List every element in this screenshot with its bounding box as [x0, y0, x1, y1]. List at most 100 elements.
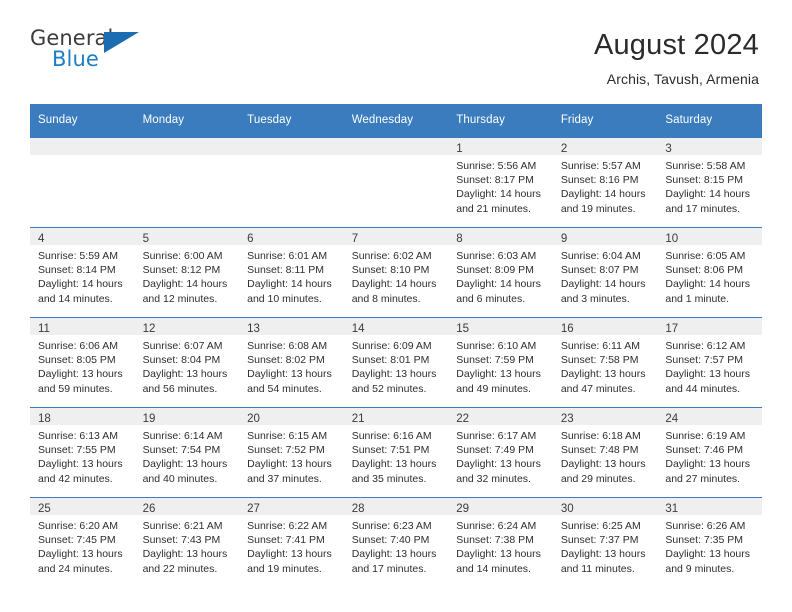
- calendar-day-cell[interactable]: 27 Sunrise: 6:22 AM Sunset: 7:41 PM Dayligh…: [239, 497, 344, 587]
- calendar-day-cell[interactable]: 16 Sunrise: 6:11 AM Sunset: 7:58 PM Dayligh…: [552, 317, 658, 408]
- calendar-day-cell[interactable]: 12 Sunrise: 6:07 AM Sunset: 8:04 PM Dayligh…: [134, 317, 240, 408]
- logo-text-general: General: [30, 26, 114, 50]
- calendar-day-cell[interactable]: 23 Sunrise: 6:18 AM Sunset: 7:48 PM Dayligh…: [552, 407, 658, 498]
- calendar-day-cell[interactable]: 11 Sunrise: 6:06 AM Sunset: 8:05 PM Dayligh…: [30, 317, 135, 408]
- day-detail-line: Sunset: 7:57 PM: [665, 354, 744, 367]
- calendar-day-cell[interactable]: 15 Sunrise: 6:10 AM Sunset: 7:59 PM Dayligh…: [448, 317, 553, 408]
- day-detail-line: Sunrise: 6:08 AM: [247, 340, 328, 352]
- day-detail-line: Sunset: 7:54 PM: [142, 444, 221, 457]
- calendar-day-cell[interactable]: 8 Sunrise: 6:03 AM Sunset: 8:09 PM Daylight…: [448, 227, 553, 318]
- calendar-week-row: 4 Sunrise: 5:59 AM Sunset: 8:14 PM Daylight…: [30, 227, 762, 318]
- calendar-day-cell[interactable]: 7 Sunrise: 6:02 AM Sunset: 8:10 PM Daylight…: [343, 227, 449, 318]
- day-cell-inner: 31 Sunrise: 6:26 AM Sunset: 7:35 PM Dayligh…: [657, 498, 762, 587]
- day-cell-inner: 13 Sunrise: 6:08 AM Sunset: 8:02 PM Dayligh…: [239, 318, 344, 407]
- weekday-header-saturday: Saturday: [657, 104, 762, 137]
- calendar-day-cell[interactable]: 25 Sunrise: 6:20 AM Sunset: 7:45 PM Dayligh…: [30, 497, 135, 587]
- day-detail-line: Daylight: 14 hours: [351, 278, 437, 291]
- calendar-day-cell[interactable]: 24 Sunrise: 6:19 AM Sunset: 7:46 PM Dayligh…: [657, 407, 762, 498]
- day-detail-line: and 42 minutes.: [38, 472, 113, 485]
- calendar-day-cell[interactable]: 4 Sunrise: 5:59 AM Sunset: 8:14 PM Daylight…: [30, 227, 135, 318]
- day-detail-line: and 44 minutes.: [665, 382, 741, 395]
- day-details: Sunrise: 6:01 AM Sunset: 8:11 PM Daylight:…: [239, 245, 344, 306]
- day-cell-inner: 12 Sunrise: 6:07 AM Sunset: 8:04 PM Dayligh…: [134, 318, 240, 407]
- calendar-day-cell[interactable]: 9 Sunrise: 6:04 AM Sunset: 8:07 PM Daylight…: [552, 227, 658, 318]
- calendar-day-cell[interactable]: 13 Sunrise: 6:08 AM Sunset: 8:02 PM Dayligh…: [239, 317, 344, 408]
- calendar-day-cell[interactable]: 28 Sunrise: 6:23 AM Sunset: 7:40 PM Dayligh…: [343, 497, 449, 587]
- day-number-bar: 30: [552, 498, 658, 515]
- calendar-day-cell[interactable]: 6 Sunrise: 6:01 AM Sunset: 8:11 PM Daylight…: [239, 227, 344, 318]
- day-detail-line: Sunrise: 6:09 AM: [351, 340, 432, 352]
- calendar-day-cell[interactable]: 31 Sunrise: 6:26 AM Sunset: 7:35 PM Dayligh…: [657, 497, 762, 587]
- day-detail-line: Sunset: 7:49 PM: [456, 444, 534, 457]
- calendar-page: General Blue August 2024 Archis, Tavush,…: [0, 0, 792, 612]
- day-detail-line: Sunset: 8:01 PM: [351, 354, 430, 367]
- calendar-day-cell[interactable]: 10 Sunrise: 6:05 AM Sunset: 8:06 PM Dayligh…: [657, 227, 762, 318]
- day-cell-inner: 1 Sunrise: 5:56 AM Sunset: 8:17 PM Daylight…: [448, 138, 553, 227]
- day-detail-line: and 17 minutes.: [351, 562, 427, 575]
- calendar-day-cell[interactable]: 17 Sunrise: 6:12 AM Sunset: 7:57 PM Dayligh…: [657, 317, 762, 408]
- calendar-day-cell[interactable]: 29 Sunrise: 6:24 AM Sunset: 7:38 PM Dayligh…: [448, 497, 553, 587]
- day-number-bar: 1: [448, 138, 553, 155]
- calendar-day-cell-empty: [30, 136, 135, 228]
- day-detail-line: Sunrise: 6:24 AM: [456, 520, 537, 532]
- calendar-day-cell[interactable]: 1 Sunrise: 5:56 AM Sunset: 8:17 PM Daylight…: [448, 136, 553, 228]
- day-detail-line: Sunset: 7:37 PM: [560, 534, 639, 547]
- day-detail-line: Daylight: 14 hours: [560, 278, 646, 291]
- day-details: Sunrise: 6:04 AM Sunset: 8:07 PM Daylight:…: [553, 245, 658, 306]
- day-detail-line: Sunrise: 6:06 AM: [38, 340, 118, 352]
- calendar-header-row: Sunday Monday Tuesday Wednesday Thursday Frid…: [30, 104, 762, 137]
- day-detail-line: Sunset: 8:10 PM: [351, 264, 430, 277]
- day-number-bar: 9: [552, 228, 658, 245]
- day-cell-inner: 5 Sunrise: 6:00 AM Sunset: 8:12 PM Daylight…: [134, 228, 240, 317]
- calendar-day-cell[interactable]: 21 Sunrise: 6:16 AM Sunset: 7:51 PM Dayligh…: [343, 407, 449, 498]
- day-detail-line: and 19 minutes.: [560, 202, 636, 215]
- calendar-day-cell[interactable]: 30 Sunrise: 6:25 AM Sunset: 7:37 PM Dayligh…: [552, 497, 658, 587]
- day-number: 15: [456, 323, 470, 335]
- calendar-day-cell[interactable]: 14 Sunrise: 6:09 AM Sunset: 8:01 PM Dayligh…: [343, 317, 449, 408]
- day-details: Sunrise: 6:10 AM Sunset: 7:59 PM Daylight:…: [448, 335, 553, 396]
- day-details: Sunrise: 6:13 AM Sunset: 7:55 PM Daylight:…: [30, 425, 135, 486]
- calendar-day-cell[interactable]: 26 Sunrise: 6:21 AM Sunset: 7:43 PM Dayligh…: [134, 497, 240, 587]
- day-details: Sunrise: 6:26 AM Sunset: 7:35 PM Daylight:…: [657, 515, 762, 576]
- day-detail-line: Daylight: 14 hours: [456, 278, 541, 291]
- page-title: August 2024: [593, 29, 759, 61]
- day-number: 16: [560, 323, 574, 335]
- day-detail-line: and 3 minutes.: [560, 292, 630, 305]
- day-detail-line: and 14 minutes.: [456, 562, 531, 575]
- calendar-day-cell[interactable]: 3 Sunrise: 5:58 AM Sunset: 8:15 PM Daylight…: [657, 136, 762, 228]
- day-detail-line: Daylight: 14 hours: [247, 278, 332, 291]
- calendar-day-cell[interactable]: 5 Sunrise: 6:00 AM Sunset: 8:12 PM Daylight…: [134, 227, 240, 318]
- day-detail-line: and 24 minutes.: [38, 562, 113, 575]
- calendar-day-cell[interactable]: 18 Sunrise: 6:13 AM Sunset: 7:55 PM Dayligh…: [30, 407, 135, 498]
- calendar-table: Sunday Monday Tuesday Wednesday Thursday Frid…: [30, 104, 762, 587]
- day-cell-inner: 8 Sunrise: 6:03 AM Sunset: 8:09 PM Daylight…: [448, 228, 553, 317]
- day-detail-line: Sunrise: 6:20 AM: [38, 520, 118, 532]
- day-detail-line: Sunset: 8:06 PM: [665, 264, 744, 277]
- calendar-day-cell[interactable]: 19 Sunrise: 6:14 AM Sunset: 7:54 PM Dayligh…: [134, 407, 240, 498]
- day-details: [135, 155, 240, 159]
- day-detail-line: and 14 minutes.: [38, 292, 113, 305]
- day-number-bar: 22: [448, 408, 553, 425]
- day-detail-line: Sunrise: 6:25 AM: [560, 520, 641, 532]
- logo-text-blue: Blue: [52, 47, 99, 71]
- day-cell-inner: 20 Sunrise: 6:15 AM Sunset: 7:52 PM Dayligh…: [239, 408, 344, 497]
- day-cell-inner: [239, 138, 344, 227]
- calendar-day-cell[interactable]: 2 Sunrise: 5:57 AM Sunset: 8:16 PM Daylight…: [552, 136, 658, 228]
- day-detail-line: Sunrise: 6:04 AM: [560, 250, 641, 262]
- day-cell-inner: 21 Sunrise: 6:16 AM Sunset: 7:51 PM Dayligh…: [343, 408, 449, 497]
- day-detail-line: Daylight: 14 hours: [456, 188, 541, 201]
- day-detail-line: Sunrise: 6:10 AM: [456, 340, 537, 352]
- general-blue-logo[interactable]: General Blue: [30, 28, 150, 74]
- day-detail-line: and 22 minutes.: [142, 562, 218, 575]
- day-details: Sunrise: 6:17 AM Sunset: 7:49 PM Daylight:…: [448, 425, 553, 486]
- calendar-day-cell[interactable]: 22 Sunrise: 6:17 AM Sunset: 7:49 PM Dayligh…: [448, 407, 553, 498]
- calendar-week-row: 25 Sunrise: 6:20 AM Sunset: 7:45 PM Dayligh…: [30, 497, 762, 587]
- day-detail-line: Daylight: 13 hours: [560, 548, 646, 561]
- day-number: 23: [560, 413, 574, 425]
- day-number-bar: 4: [30, 228, 135, 245]
- day-detail-line: Sunrise: 6:07 AM: [142, 340, 223, 352]
- day-number-bar: 2: [552, 138, 658, 155]
- calendar-day-cell-empty: [239, 136, 344, 228]
- day-detail-line: and 40 minutes.: [142, 472, 218, 485]
- calendar-day-cell[interactable]: 20 Sunrise: 6:15 AM Sunset: 7:52 PM Dayligh…: [239, 407, 344, 498]
